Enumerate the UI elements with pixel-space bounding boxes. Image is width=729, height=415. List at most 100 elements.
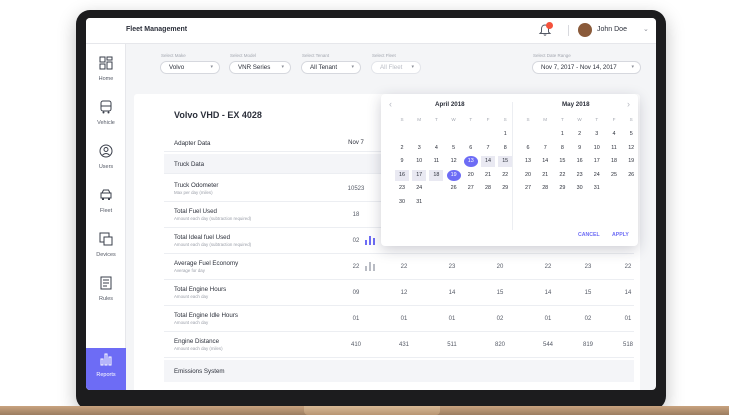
sidebar-item-reports[interactable]: Reports: [86, 348, 126, 390]
calendar-day[interactable]: 5: [624, 129, 638, 140]
table-cell: 02: [352, 238, 360, 244]
calendar-day[interactable]: 27: [521, 183, 535, 194]
calendar-day[interactable]: 9: [395, 156, 409, 167]
date-range-select[interactable]: Nov 7, 2017 - Nov 14, 2017 ▾: [532, 61, 641, 74]
sidebar-item-users[interactable]: Users: [86, 140, 126, 180]
section-emissions: Emissions System: [164, 360, 634, 382]
rules-icon: [100, 276, 112, 290]
calendar-day[interactable]: 9: [573, 143, 587, 154]
calendar-day[interactable]: 11: [429, 156, 443, 167]
table-cell: 02: [584, 316, 592, 322]
calendar-day[interactable]: 2: [395, 143, 409, 154]
calendar-day[interactable]: 29: [555, 183, 569, 194]
table-cell: 15: [584, 290, 592, 296]
user-name[interactable]: John Doe: [597, 26, 627, 33]
weekday-label: S: [503, 117, 507, 122]
row-sublabel: Amount each day (miles): [174, 346, 223, 351]
chevron-left-icon[interactable]: ‹: [389, 99, 392, 109]
calendar-day[interactable]: 20: [464, 170, 478, 181]
calendar-day[interactable]: 23: [395, 183, 409, 194]
calendar-day[interactable]: 31: [412, 197, 426, 208]
calendar-day[interactable]: 6: [521, 143, 535, 154]
calendar-day[interactable]: 28: [481, 183, 495, 194]
calendar-day[interactable]: 21: [538, 170, 552, 181]
calendar-day[interactable]: 27: [464, 183, 478, 194]
calendar-day[interactable]: 5: [447, 143, 461, 154]
calendar-day[interactable]: 14: [538, 156, 552, 167]
calendar-day[interactable]: 20: [521, 170, 535, 181]
calendar-day[interactable]: 21: [481, 170, 495, 181]
sidebar-item-home[interactable]: Home: [86, 52, 126, 92]
sidebar-item-rules[interactable]: Rules: [86, 272, 126, 312]
calendar-day[interactable]: 24: [590, 170, 604, 181]
calendar-day[interactable]: 31: [590, 183, 604, 194]
calendar-day[interactable]: 16: [395, 169, 409, 181]
calendar-day[interactable]: 26: [447, 183, 461, 194]
truck-icon: [100, 189, 112, 200]
calendar-day[interactable]: 23: [573, 170, 587, 181]
calendar-day[interactable]: 30: [573, 183, 587, 194]
calendar-day[interactable]: 10: [590, 143, 604, 154]
laptop-notch: [304, 406, 440, 415]
calendar-day[interactable]: 25: [607, 170, 621, 181]
calendar-day[interactable]: 30: [395, 197, 409, 208]
calendar-day[interactable]: 22: [498, 170, 512, 181]
chevron-down-icon: ▾: [411, 64, 414, 70]
model-label: Select Model: [230, 53, 257, 58]
calendar-day[interactable]: 2: [573, 129, 587, 140]
calendar-day[interactable]: 3: [590, 129, 604, 140]
make-select[interactable]: Volvo ▾: [160, 61, 220, 74]
calendar-day[interactable]: 15: [555, 156, 569, 167]
sidebar-item-devices[interactable]: Devices: [86, 228, 126, 268]
calendar-day[interactable]: 28: [538, 183, 552, 194]
table-cell: 410: [350, 342, 361, 348]
model-select[interactable]: VNR Series ▾: [229, 61, 291, 74]
calendar-day[interactable]: 8: [555, 143, 569, 154]
calendar-day[interactable]: 8: [498, 143, 512, 154]
calendar-day[interactable]: 19: [446, 169, 461, 181]
weekday-label: S: [400, 117, 404, 122]
chevron-down-icon[interactable]: ⌄: [643, 25, 649, 33]
calendar-day[interactable]: 18: [607, 156, 621, 167]
calendar-day[interactable]: 6: [464, 143, 478, 154]
sidebar-item-vehicle[interactable]: Vehicle: [86, 96, 126, 136]
avatar[interactable]: [578, 23, 592, 37]
calendar-day[interactable]: 7: [481, 143, 495, 154]
calendar-day[interactable]: 24: [412, 183, 426, 194]
calendar-day[interactable]: 10: [412, 156, 426, 167]
calendar-day[interactable]: 17: [412, 169, 427, 181]
calendar-day[interactable]: 13: [521, 156, 535, 167]
cancel-button[interactable]: CANCEL: [578, 232, 600, 238]
laptop-base: [0, 406, 729, 415]
calendar-day[interactable]: 19: [624, 156, 638, 167]
calendar-day[interactable]: 1: [498, 129, 512, 140]
calendar-day[interactable]: 26: [624, 170, 638, 181]
calendar-day[interactable]: 16: [573, 156, 587, 167]
table-cell: 511: [447, 342, 457, 348]
section-title: Truck Data: [174, 161, 205, 168]
right-month-title: May 2018: [562, 101, 590, 108]
calendar-day[interactable]: 17: [590, 156, 604, 167]
tenant-value: All Tenant: [310, 64, 338, 71]
calendar-day[interactable]: 12: [624, 143, 638, 154]
calendar-day[interactable]: 12: [447, 156, 461, 167]
chevron-right-icon[interactable]: ›: [627, 99, 630, 109]
calendar-day[interactable]: 4: [607, 129, 621, 140]
calendar-day[interactable]: 4: [429, 143, 443, 154]
calendar-day[interactable]: 7: [538, 143, 552, 154]
devices-icon: [99, 232, 113, 246]
fleet-select[interactable]: All Fleet ▾: [371, 61, 421, 74]
calendar-day[interactable]: 29: [498, 183, 512, 194]
tenant-label: Select Tenant: [302, 53, 330, 58]
apply-button[interactable]: APPLY: [612, 232, 629, 238]
calendar-day[interactable]: 14: [481, 156, 495, 167]
calendar-day[interactable]: 15: [498, 156, 513, 167]
tenant-select[interactable]: All Tenant ▾: [301, 61, 361, 74]
sidebar-item-fleet[interactable]: Fleet: [86, 184, 126, 224]
calendar-day[interactable]: 22: [555, 170, 569, 181]
calendar-day[interactable]: 1: [555, 129, 569, 140]
calendar-day[interactable]: 18: [429, 169, 444, 181]
calendar-day[interactable]: 13: [463, 156, 478, 167]
calendar-day[interactable]: 3: [412, 143, 426, 154]
calendar-day[interactable]: 11: [607, 143, 621, 154]
